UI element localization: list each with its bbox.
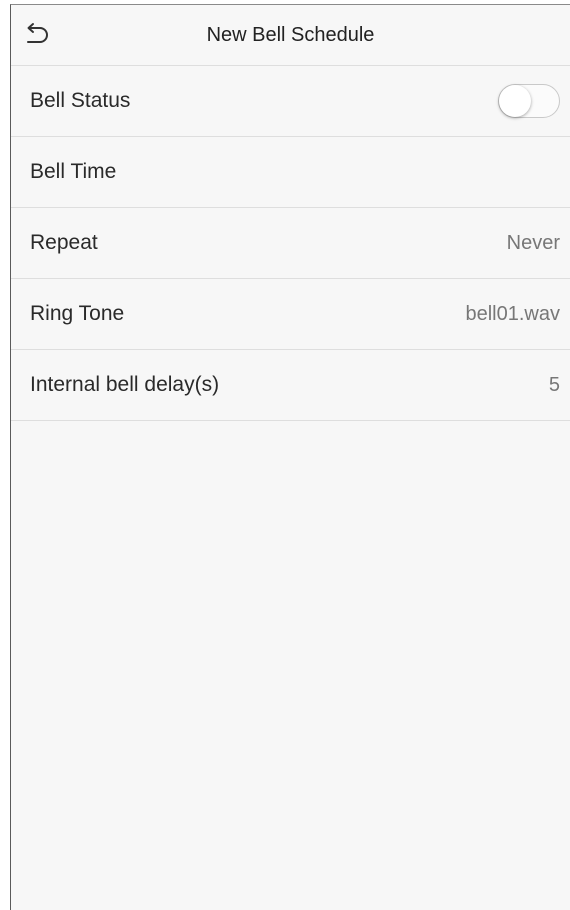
bell-time-label: Bell Time [30,160,117,183]
ring-tone-value: bell01.wav [465,302,560,325]
page-title: New Bell Schedule [206,23,375,46]
repeat-row[interactable]: Repeat Never [11,208,570,279]
ring-tone-label: Ring Tone [30,302,125,325]
ring-tone-row[interactable]: Ring Tone bell01.wav [11,279,570,350]
top-bar: New Bell Schedule [11,5,570,66]
repeat-value: Never [506,231,560,254]
bell-status-toggle[interactable] [498,84,560,118]
toggle-knob [499,85,531,117]
bell-time-row[interactable]: Bell Time [11,137,570,208]
bell-status-label: Bell Status [30,89,131,112]
repeat-label: Repeat [30,231,98,254]
back-arrow-icon [27,23,48,43]
device-screen: New Bell Schedule Bell Status Bell Time … [10,4,570,910]
internal-bell-delay-label: Internal bell delay(s) [30,373,220,396]
internal-bell-delay-row[interactable]: Internal bell delay(s) 5 [11,350,570,421]
bell-status-row[interactable]: Bell Status [11,66,570,137]
internal-bell-delay-value: 5 [548,373,560,396]
back-button[interactable] [23,22,51,48]
